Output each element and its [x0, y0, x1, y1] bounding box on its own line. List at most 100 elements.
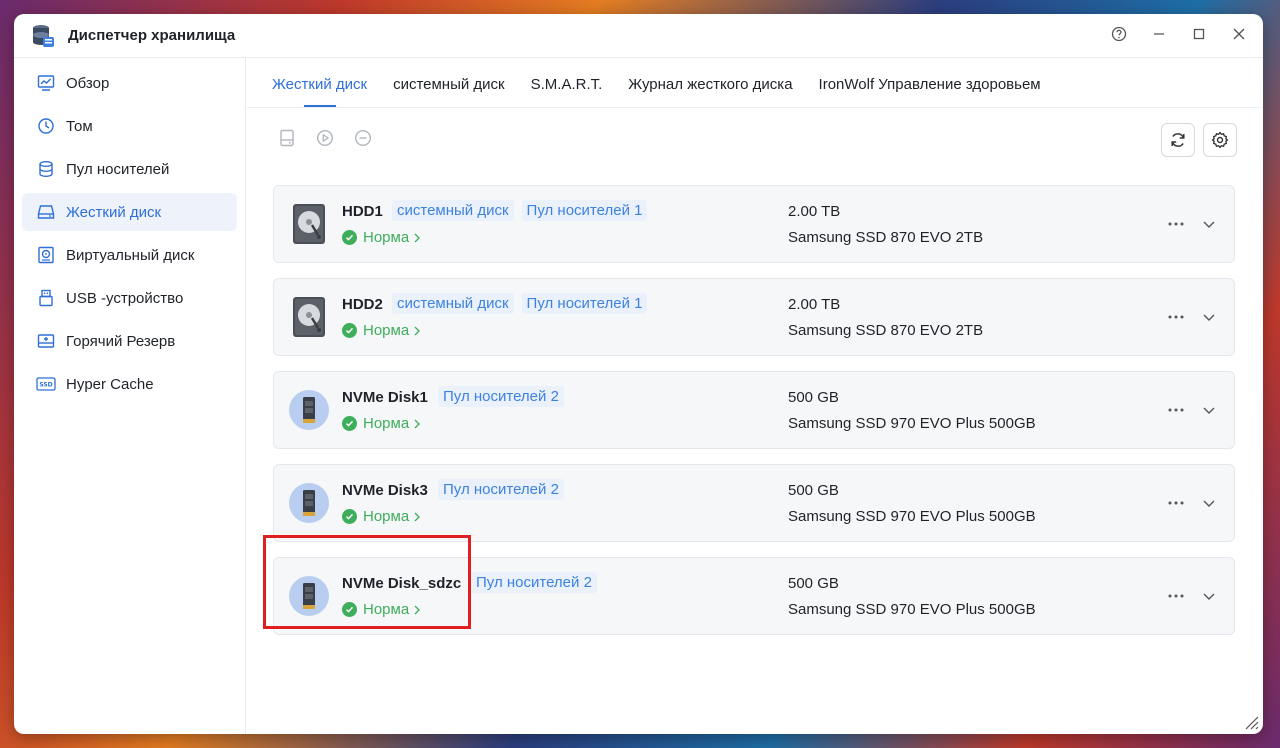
status-text: Норма	[363, 229, 410, 246]
sidebar-item-overview[interactable]: Обзор	[22, 64, 237, 102]
title-bar: Диспетчер хранилища	[14, 14, 1263, 58]
sidebar-item-virtual-disk[interactable]: Виртуальный диск	[22, 236, 237, 274]
tab-hard-disk[interactable]: Жесткий диск	[272, 76, 367, 107]
stop-button[interactable]	[353, 128, 373, 148]
sidebar-item-label: Горячий Резерв	[66, 332, 176, 350]
storage-manager-window: Диспетчер хранилища Обзор Том Пул носите…	[14, 14, 1263, 734]
status-text: Норма	[363, 415, 410, 432]
expand-button[interactable]	[1198, 212, 1220, 236]
maximize-button[interactable]	[1189, 24, 1209, 44]
check-circle-icon	[342, 602, 357, 617]
check-circle-icon	[342, 416, 357, 431]
storage-pool-badge[interactable]: Пул носителей 2	[438, 386, 564, 407]
disk-capacity: 2.00 TB	[788, 296, 841, 313]
disk-card-hdd1[interactable]: HDD1 системный диск Пул носителей 1 Норм…	[273, 185, 1235, 263]
disk-name: HDD2	[342, 296, 383, 313]
status-link[interactable]: Норма	[342, 508, 422, 525]
more-options-button[interactable]	[1164, 305, 1188, 329]
storage-pool-badge[interactable]: Пул носителей 1	[521, 293, 648, 314]
more-options-button[interactable]	[1164, 398, 1188, 422]
tab-system-disk[interactable]: системный диск	[393, 76, 505, 107]
disk-capacity: 500 GB	[788, 575, 839, 592]
disk-name: NVMe Disk1	[342, 389, 428, 406]
tab-smart[interactable]: S.M.A.R.T.	[531, 76, 603, 107]
disk-model: Samsung SSD 870 EVO 2TB	[788, 322, 984, 339]
initialize-disk-button[interactable]	[277, 128, 297, 148]
status-link[interactable]: Норма	[342, 322, 422, 339]
storage-pool-badge[interactable]: Пул носителей 1	[521, 200, 648, 221]
chevron-right-icon	[414, 233, 421, 242]
ellipsis-icon	[1168, 501, 1184, 505]
minimize-icon	[1154, 33, 1164, 35]
expand-button[interactable]	[1198, 584, 1220, 608]
close-button[interactable]	[1229, 24, 1249, 44]
sidebar-item-usb-device[interactable]: USB -устройство	[22, 279, 237, 317]
play-icon	[316, 129, 334, 147]
hdd-icon	[293, 204, 325, 244]
refresh-button[interactable]	[1161, 123, 1195, 157]
nvme-icon	[289, 483, 329, 523]
chevron-right-icon	[414, 605, 421, 614]
disk-model: Samsung SSD 970 EVO Plus 500GB	[788, 415, 1036, 432]
sidebar-item-label: Hyper Cache	[66, 375, 154, 393]
disk-card-nvme-disk3[interactable]: NVMe Disk3 Пул носителей 2 Норма 500 GB …	[273, 464, 1235, 542]
settings-button[interactable]	[1203, 123, 1237, 157]
chevron-right-icon	[414, 419, 421, 428]
sidebar-item-volume[interactable]: Том	[22, 107, 237, 145]
chevron-down-icon	[1203, 221, 1215, 228]
disk-card-hdd2[interactable]: HDD2 системный диск Пул носителей 1 Норм…	[273, 278, 1235, 356]
help-button[interactable]	[1109, 24, 1129, 44]
disk-card-nvme-disk1[interactable]: NVMe Disk1 Пул носителей 2 Норма 500 GB …	[273, 371, 1235, 449]
sidebar-item-label: Виртуальный диск	[66, 246, 195, 264]
status-link[interactable]: Норма	[342, 601, 422, 618]
sidebar-item-storage-pool[interactable]: Пул носителей	[22, 150, 237, 188]
ssd-icon: SSD	[36, 374, 56, 394]
storage-pool-badge[interactable]: Пул носителей 2	[471, 572, 597, 593]
chevron-down-icon	[1203, 593, 1215, 600]
nvme-icon	[289, 390, 329, 430]
ellipsis-icon	[1168, 408, 1184, 412]
storage-app-icon	[33, 24, 54, 47]
chevron-down-icon	[1203, 407, 1215, 414]
main-panel: Жесткий диск системный диск S.M.A.R.T. Ж…	[247, 58, 1263, 734]
status-link[interactable]: Норма	[342, 415, 422, 432]
check-circle-icon	[342, 323, 357, 338]
disk-card-nvme-disk-sdzc[interactable]: NVMe Disk_sdzc Пул носителей 2 Норма 500…	[273, 557, 1235, 635]
expand-button[interactable]	[1198, 305, 1220, 329]
chevron-down-icon	[1203, 500, 1215, 507]
status-text: Норма	[363, 322, 410, 339]
gear-icon	[1211, 131, 1229, 149]
minimize-button[interactable]	[1149, 24, 1169, 44]
system-disk-badge: системный диск	[392, 293, 514, 314]
more-options-button[interactable]	[1164, 491, 1188, 515]
status-text: Норма	[363, 601, 410, 618]
status-text: Норма	[363, 508, 410, 525]
hdd-icon	[293, 297, 325, 337]
sidebar-item-hyper-cache[interactable]: SSD Hyper Cache	[22, 365, 237, 403]
nvme-icon	[289, 576, 329, 616]
sidebar-item-hard-disk[interactable]: Жесткий диск	[22, 193, 237, 231]
disk-name: NVMe Disk_sdzc	[342, 575, 462, 592]
toolbar	[247, 108, 1263, 172]
virtual-disk-icon	[36, 245, 56, 265]
sidebar-item-hot-spare[interactable]: Горячий Резерв	[22, 322, 237, 360]
resize-grip-icon[interactable]	[1243, 714, 1259, 730]
start-test-button[interactable]	[315, 128, 335, 148]
more-options-button[interactable]	[1164, 212, 1188, 236]
tab-disk-log[interactable]: Журнал жесткого диска	[628, 76, 792, 107]
expand-button[interactable]	[1198, 491, 1220, 515]
chevron-down-icon	[1203, 314, 1215, 321]
storage-pool-badge[interactable]: Пул носителей 2	[438, 479, 564, 500]
status-link[interactable]: Норма	[342, 229, 422, 246]
expand-button[interactable]	[1198, 398, 1220, 422]
more-options-button[interactable]	[1164, 584, 1188, 608]
system-disk-badge: системный диск	[392, 200, 514, 221]
disk-capacity: 2.00 TB	[788, 203, 841, 220]
sidebar-item-label: Жесткий диск	[66, 203, 162, 221]
sidebar: Обзор Том Пул носителей Жесткий диск Вир…	[14, 58, 246, 734]
ellipsis-icon	[1168, 222, 1184, 226]
refresh-icon	[1171, 133, 1185, 147]
drive-icon	[36, 202, 56, 222]
database-icon	[36, 159, 56, 179]
tab-ironwolf-health[interactable]: IronWolf Управление здоровьем	[819, 76, 1041, 107]
